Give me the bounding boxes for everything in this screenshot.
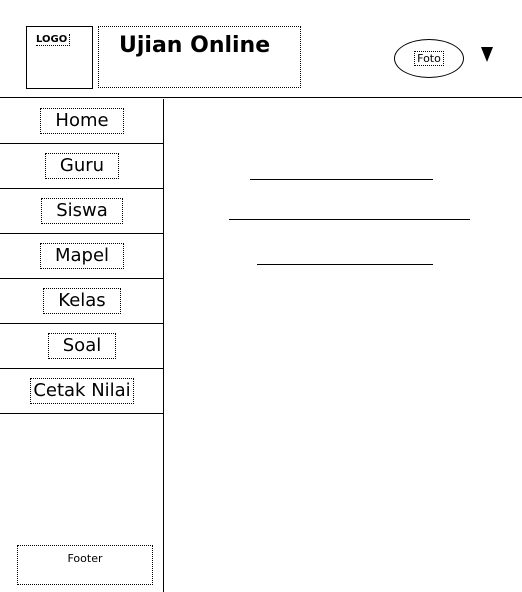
title-box: Ujian Online bbox=[98, 26, 301, 88]
sidebar-item-label: Home bbox=[40, 108, 124, 134]
header: LOGO Ujian Online Foto bbox=[0, 0, 522, 98]
logo-label: LOGO bbox=[36, 34, 71, 46]
sidebar-item-label: Cetak Nilai bbox=[30, 378, 134, 404]
sidebar-item-label: Kelas bbox=[43, 288, 121, 314]
avatar-label: Foto bbox=[414, 51, 444, 66]
sidebar-item-soal[interactable]: Soal bbox=[0, 324, 164, 369]
sidebar-item-cetak-nilai[interactable]: Cetak Nilai bbox=[0, 369, 164, 414]
logo[interactable]: LOGO bbox=[26, 26, 93, 89]
sidebar-item-kelas[interactable]: Kelas bbox=[0, 279, 164, 324]
footer-label: Footer bbox=[67, 552, 103, 565]
sidebar-item-mapel[interactable]: Mapel bbox=[0, 234, 164, 279]
content-placeholder-line bbox=[257, 264, 433, 265]
sidebar-item-label: Siswa bbox=[41, 198, 123, 224]
avatar[interactable]: Foto bbox=[394, 39, 464, 78]
sidebar: Home Guru Siswa Mapel Kelas Soal Cetak N… bbox=[0, 99, 164, 592]
sidebar-item-siswa[interactable]: Siswa bbox=[0, 189, 164, 234]
sidebar-item-home[interactable]: Home bbox=[0, 99, 164, 144]
sidebar-item-guru[interactable]: Guru bbox=[0, 144, 164, 189]
content-placeholder-line bbox=[229, 219, 470, 220]
content-placeholder-line bbox=[250, 179, 433, 180]
sidebar-item-label: Mapel bbox=[39, 243, 125, 269]
footer: Footer bbox=[17, 545, 153, 585]
sidebar-item-label: Guru bbox=[44, 153, 120, 179]
triangle-down-icon[interactable] bbox=[481, 47, 493, 62]
page-title: Ujian Online bbox=[119, 33, 271, 58]
sidebar-item-label: Soal bbox=[47, 333, 117, 359]
